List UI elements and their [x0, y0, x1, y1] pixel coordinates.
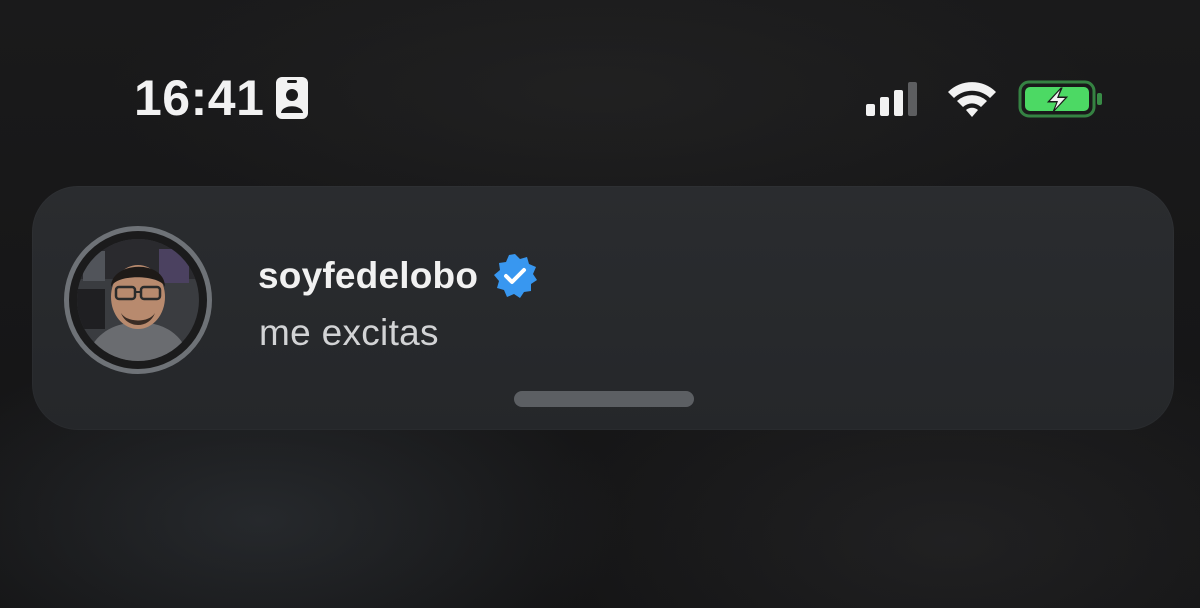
sender-name: soyfedelobo: [258, 255, 479, 296]
cellular-signal-icon: [866, 82, 917, 116]
message-notification[interactable]: soyfedelobo me excitas: [32, 186, 1174, 430]
expand-grabber[interactable]: [514, 391, 694, 407]
status-bar: 16:41: [0, 0, 1200, 150]
avatar-ring[interactable]: [64, 226, 212, 374]
profile-photo: [77, 239, 199, 361]
verified-badge-icon: [494, 254, 538, 298]
avatar[interactable]: [77, 239, 199, 361]
message-preview: me excitas: [259, 312, 439, 353]
battery-charging-icon: [1018, 80, 1102, 118]
wifi-icon: [948, 82, 996, 117]
id-badge-icon: [276, 77, 308, 119]
sender-row: soyfedelobo: [258, 250, 538, 302]
status-time: 16:41: [134, 70, 265, 126]
